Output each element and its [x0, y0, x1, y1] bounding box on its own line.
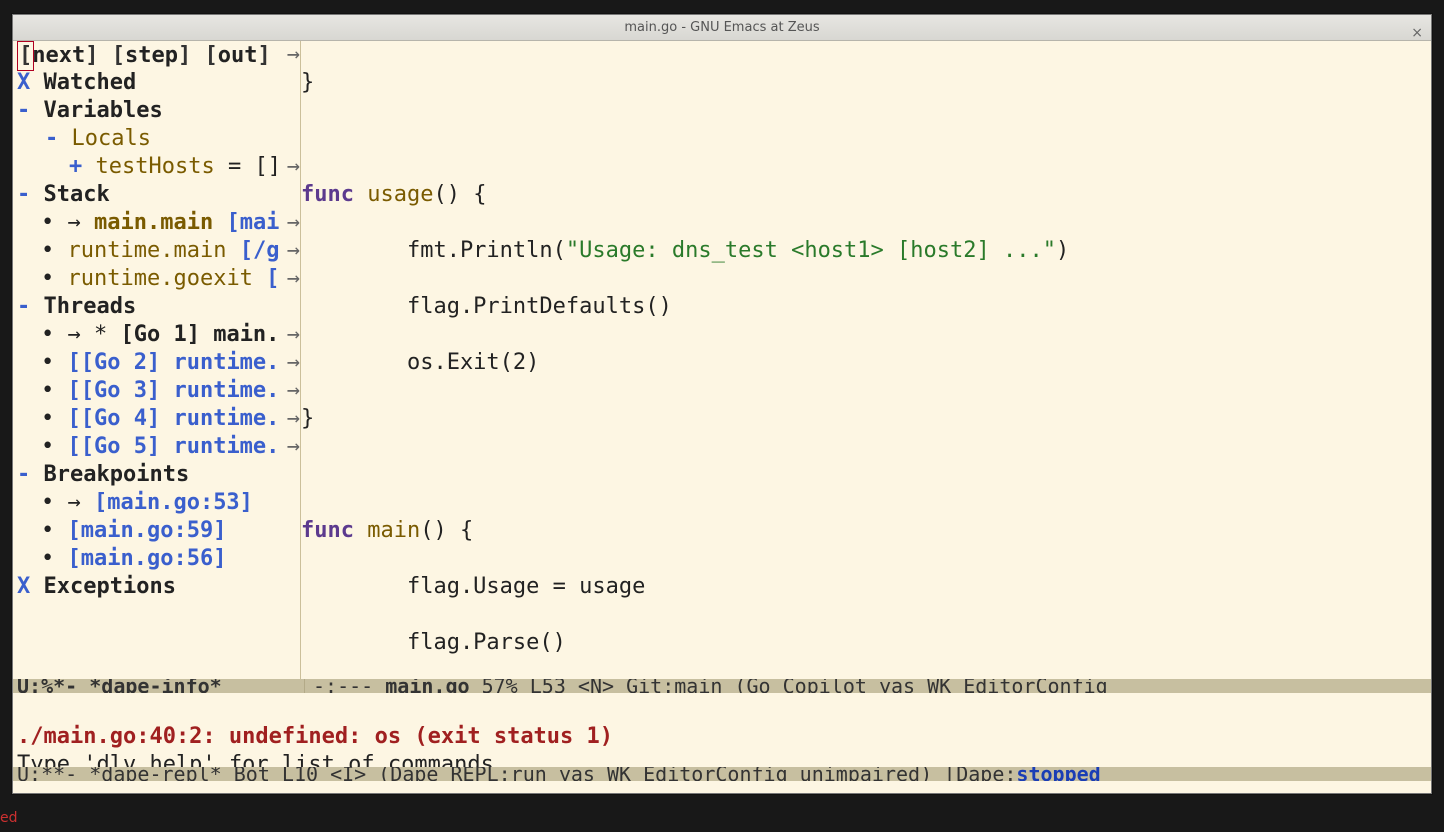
var-testhosts[interactable]: + testHosts = [] → — [13, 153, 300, 181]
minibuffer[interactable] — [13, 781, 1431, 793]
title-bar: main.go - GNU Emacs at Zeus × — [13, 15, 1431, 41]
code-l3a: func — [301, 182, 354, 207]
modeline-dape-info: U:%*- *dape-info* — [17, 679, 222, 693]
dape-repl[interactable]: ./main.go:40:2: undefined: os (exit stat… — [13, 693, 1431, 766]
code-l10: flag.Usage = usage — [301, 574, 645, 599]
main-split: [next] [step] [out] → X Watched - Variab… — [13, 41, 1431, 679]
code-l5: flag.PrintDefaults() — [301, 294, 672, 319]
breakpoints-section[interactable]: - Breakpoints — [13, 461, 300, 489]
code-l7: } — [301, 406, 314, 431]
next-button[interactable]: next — [32, 43, 85, 68]
code-l4a: fmt.Println( — [301, 238, 566, 263]
modeline-bot-left: U:**- *dape-repl* Bot L10 <I> (Dape REPL… — [17, 767, 1016, 781]
repl-error: ./main.go:40:2: undefined: os (exit stat… — [17, 724, 613, 749]
modeline-main-rest: 57% L53 <N> Git:main (Go Copilot yas WK … — [470, 679, 1108, 693]
code-l6: os.Exit(2) — [301, 350, 539, 375]
variables-section[interactable]: - Variables — [13, 97, 300, 125]
breakpoint-1[interactable]: • [main.go:59] — [13, 517, 300, 545]
thread-1[interactable]: • → * [Go 1] main.→ — [13, 321, 300, 349]
background-text: ed — [0, 804, 18, 832]
exceptions-section[interactable]: X Exceptions — [13, 573, 300, 601]
debug-buttons-row: [next] [step] [out] → — [13, 41, 300, 69]
code-l3c: () { — [433, 182, 486, 207]
watched-section[interactable]: X Watched — [13, 69, 300, 97]
code-l1: } — [301, 70, 314, 95]
code-l9a: func — [301, 518, 354, 543]
modeline-bottom: U:**- *dape-repl* Bot L10 <I> (Dape REPL… — [13, 767, 1431, 781]
breakpoint-0[interactable]: • → [main.go:53] — [13, 489, 300, 517]
modeline-top: U:%*- *dape-info* -:--- main.go 57% L53 … — [13, 679, 1431, 693]
editor-pane[interactable]: } func usage() { fmt.Println("Usage: dns… — [301, 41, 1431, 679]
out-button[interactable]: out — [218, 43, 258, 68]
dape-info-sidebar[interactable]: [next] [step] [out] → X Watched - Variab… — [13, 41, 301, 679]
breakpoint-2[interactable]: • [main.go:56] — [13, 545, 300, 573]
thread-2[interactable]: • [[Go 2] runtime.→ — [13, 349, 300, 377]
thread-3[interactable]: • [[Go 3] runtime.→ — [13, 377, 300, 405]
step-button[interactable]: step — [125, 43, 178, 68]
thread-4[interactable]: • [[Go 4] runtime.→ — [13, 405, 300, 433]
dape-state: stopped — [1016, 767, 1100, 781]
stack-frame-0[interactable]: • → main.main [mai→ — [13, 209, 300, 237]
code-l9b: main — [354, 518, 420, 543]
code-l4b: "Usage: dns_test <host1> [host2] ..." — [566, 238, 1056, 263]
thread-5[interactable]: • [[Go 5] runtime.→ — [13, 433, 300, 461]
threads-section[interactable]: - Threads — [13, 293, 300, 321]
code-l4c: ) — [1056, 238, 1069, 263]
stack-section[interactable]: - Stack — [13, 181, 300, 209]
locals-section[interactable]: - Locals — [13, 125, 300, 153]
modeline-buffer-name: main.go — [385, 679, 469, 693]
title-text: main.go - GNU Emacs at Zeus — [624, 14, 819, 42]
code-l11: flag.Parse() — [301, 630, 566, 655]
code-l9c: () { — [420, 518, 473, 543]
stack-frame-1[interactable]: • runtime.main [/g→ — [13, 237, 300, 265]
stack-frame-2[interactable]: • runtime.goexit [→ — [13, 265, 300, 293]
code-l3b: usage — [354, 182, 433, 207]
emacs-window: main.go - GNU Emacs at Zeus × [next] [st… — [12, 14, 1432, 794]
modeline-main-pre: -:--- — [313, 679, 385, 693]
repl-help: Type 'dlv help' for list of commands. — [17, 752, 507, 766]
